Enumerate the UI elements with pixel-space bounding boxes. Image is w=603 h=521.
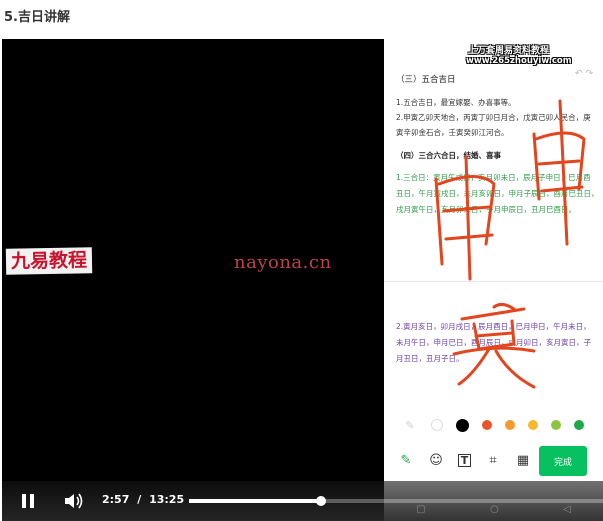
time-separator: / [137,493,142,506]
color-black[interactable] [456,418,469,432]
emoji-icon[interactable]: ☺ [428,452,444,468]
handwriting-annotation [434,99,586,389]
color-orange[interactable] [505,420,515,430]
text-icon[interactable]: T [458,453,471,467]
video-player[interactable]: 九易教程 nayona.cn 上万套周易资料教程 www.265zhouyiw.… [2,39,603,521]
color-yellow[interactable] [528,420,538,430]
android-nav-bar: ▢ ○ ◁ [384,497,603,521]
phone-screen: 上万套周易资料教程 www.265zhouyiw.com ↶ ↷ （三）五合吉日… [384,39,603,521]
color-white[interactable] [431,419,443,431]
done-button[interactable]: 完成 [539,446,587,476]
current-time: 2:57 [102,493,130,506]
crop-icon[interactable]: ⌗ [485,452,501,468]
color-palette: ✎ [402,417,584,433]
seek-handle[interactable] [316,496,327,506]
color-green[interactable] [574,420,584,430]
watermark-site: nayona.cn [234,252,332,273]
eraser-icon[interactable]: ✎ [402,417,418,433]
seek-progress [189,499,322,503]
edit-toolbar: ✎ ☺ T ⌗ ▦ [398,452,531,468]
section-heading: 5.吉日讲解 [4,10,70,25]
back-icon: ◁ [563,503,571,515]
pen-icon[interactable]: ✎ [398,452,414,468]
home-icon: ○ [489,503,499,515]
duration: 13:25 [149,493,185,506]
recents-icon: ▢ [416,503,426,515]
time-display: 2:57 / 13:25 [102,493,184,506]
color-red[interactable] [482,420,492,430]
volume-icon[interactable] [64,492,84,510]
watermark-logo: 九易教程 [5,247,93,275]
color-lime[interactable] [551,420,561,430]
pause-icon[interactable] [20,493,36,509]
mosaic-icon[interactable]: ▦ [515,452,531,468]
